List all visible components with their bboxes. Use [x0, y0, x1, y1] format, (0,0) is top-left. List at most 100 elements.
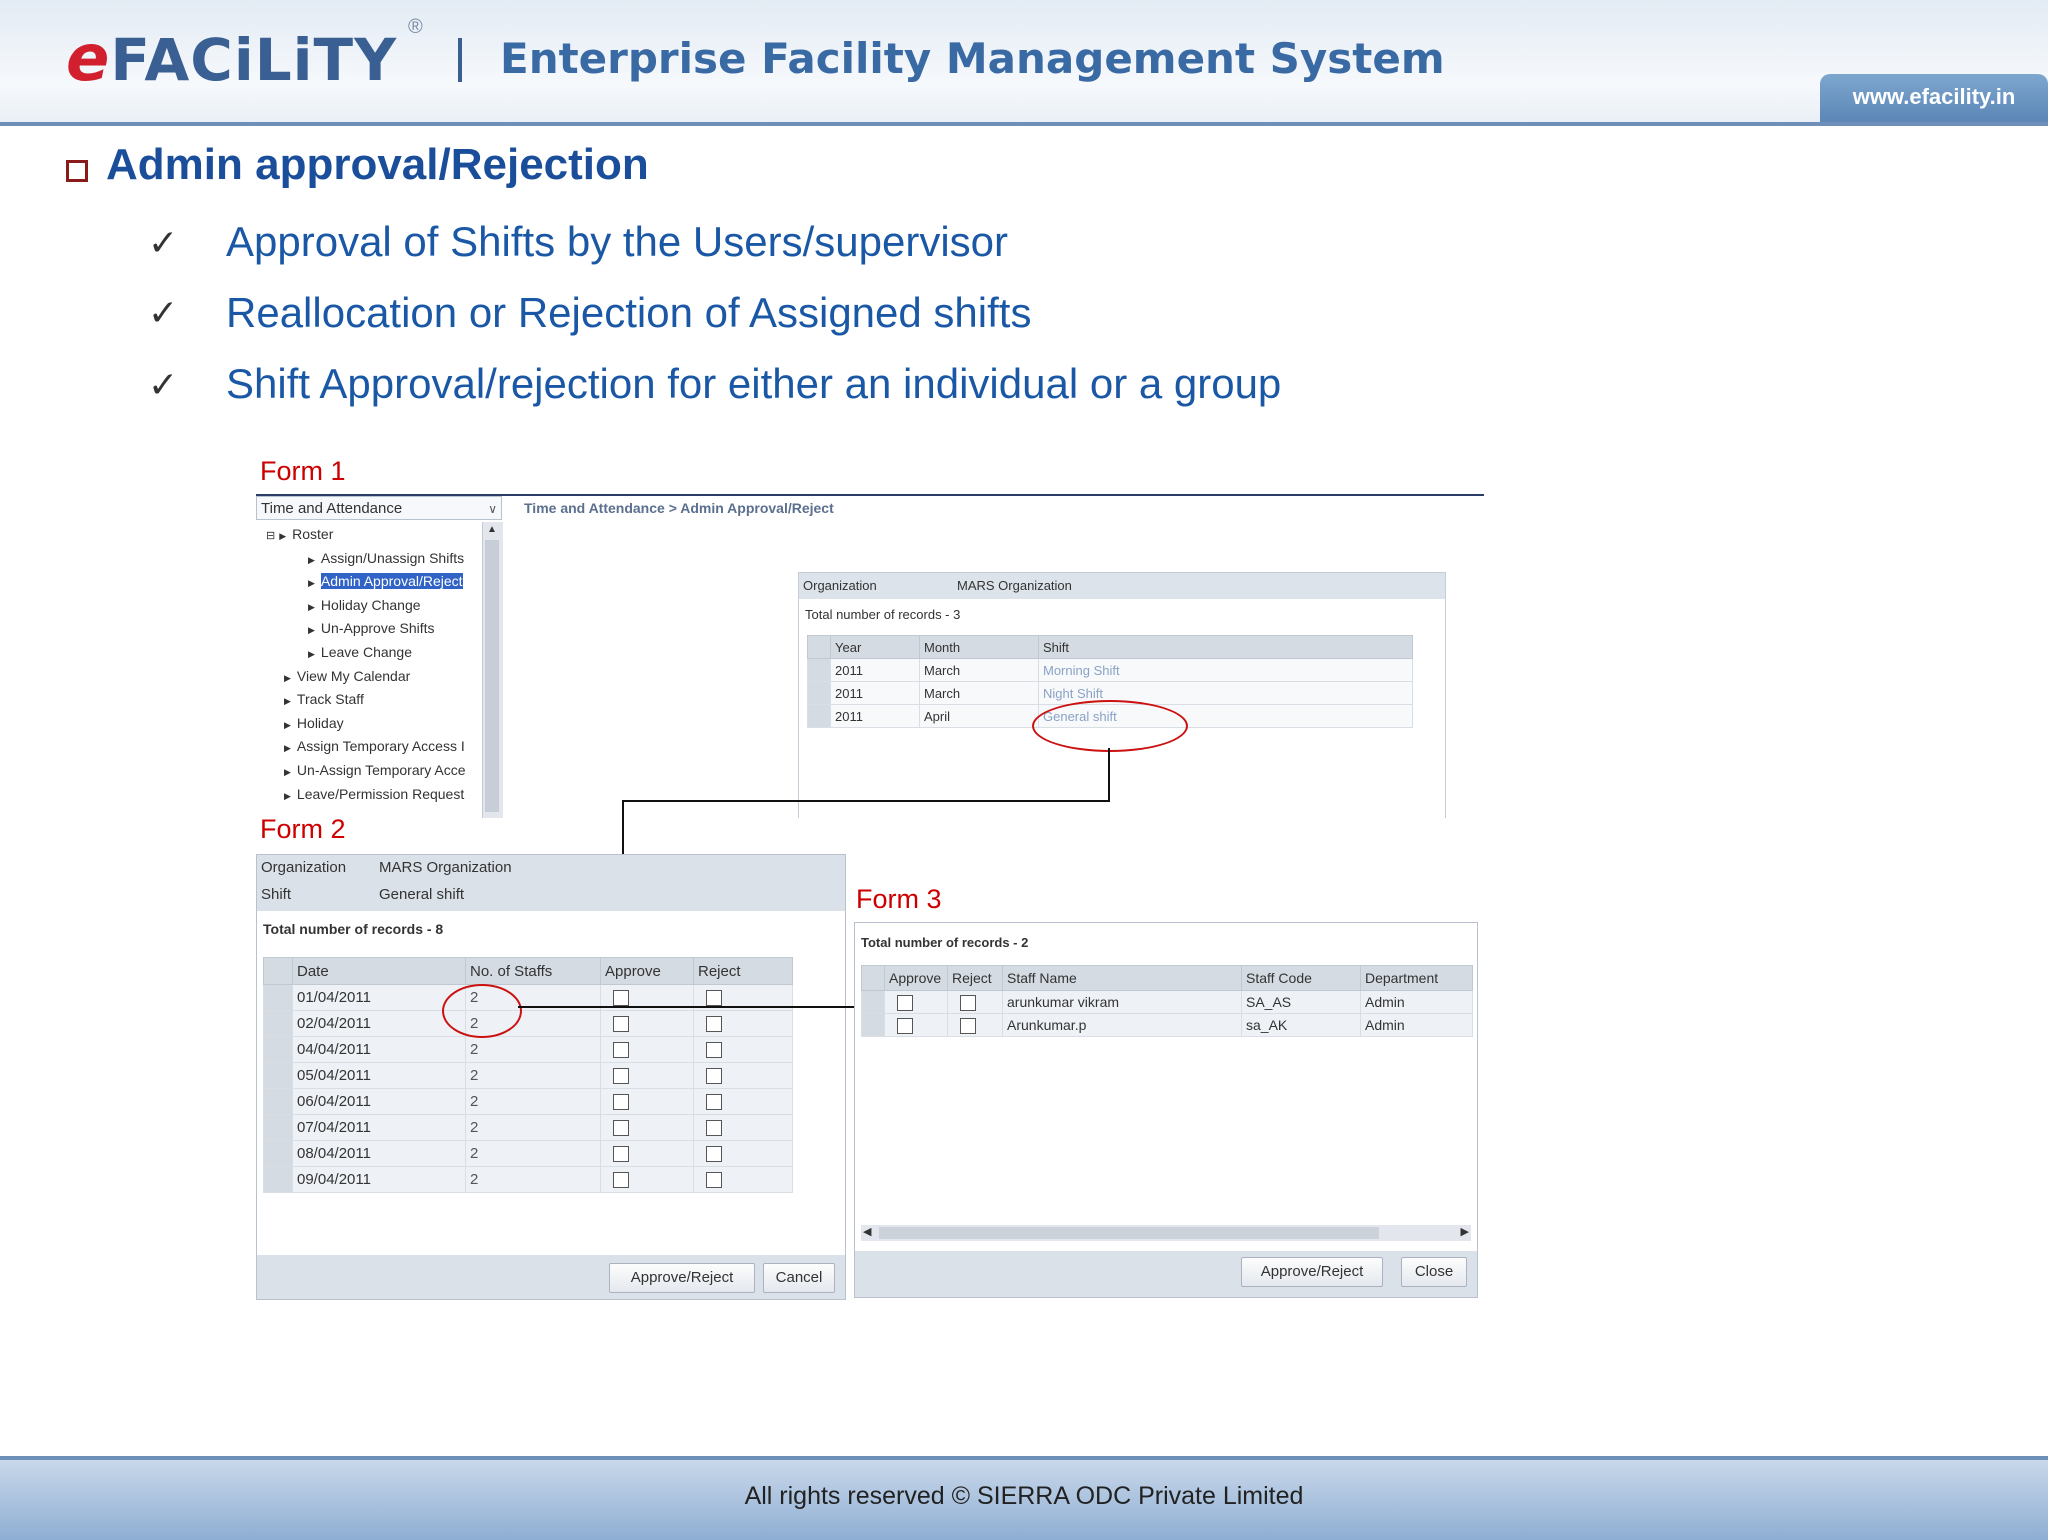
staff-count-link[interactable]: 2: [465, 1166, 601, 1193]
tree-item-holiday-change[interactable]: ▶ Holiday Change: [308, 597, 421, 613]
reject-checkbox[interactable]: [706, 1172, 722, 1189]
scroll-up-icon[interactable]: ▲: [487, 524, 497, 535]
close-button[interactable]: Close: [1401, 1257, 1467, 1287]
tree-item-assign-temporary-access[interactable]: ▶ Assign Temporary Access I: [284, 738, 465, 754]
column-header-approve[interactable]: Approve: [884, 965, 948, 991]
approve-reject-button[interactable]: Approve/Reject: [609, 1263, 755, 1293]
column-header-year[interactable]: Year: [830, 635, 920, 659]
total-records: Total number of records - 2: [861, 935, 1029, 950]
organization-value: MARS Organization: [957, 578, 1072, 593]
column-header-date[interactable]: Date: [292, 957, 466, 985]
approve-checkbox[interactable]: [897, 1017, 913, 1034]
reject-checkbox[interactable]: [960, 994, 976, 1011]
chevron-down-icon[interactable]: ∨: [488, 497, 497, 521]
form-1-screenshot: Time and Attendance ∨ ⊟ ▶ Roster ▶ Assign/U…: [256, 494, 1484, 818]
breadcrumb: Time and Attendance > Admin Approval/Rej…: [524, 500, 834, 516]
scroll-left-icon[interactable]: ◀: [863, 1225, 871, 1238]
column-header-reject[interactable]: Reject: [693, 957, 793, 985]
approve-checkbox[interactable]: [613, 1068, 629, 1085]
checkmark-icon: ✓: [148, 222, 179, 263]
tree-item-admin-approval-reject[interactable]: ▶ Admin Approval/Reject: [308, 573, 463, 589]
table-row[interactable]: 08/04/2011 2: [263, 1140, 793, 1167]
staff-table: Approve Reject Staff Name Staff Code Dep…: [861, 965, 1473, 1037]
table-row[interactable]: 09/04/2011 2: [263, 1166, 793, 1193]
reject-checkbox[interactable]: [960, 1017, 976, 1034]
square-bullet-icon: [66, 160, 88, 182]
organization-label: Organization: [261, 859, 347, 876]
app-title: Enterprise Facility Management System: [500, 34, 1445, 83]
tree-item-assign-unassign-shifts[interactable]: ▶ Assign/Unassign Shifts: [308, 550, 464, 566]
caret-right-icon: ▶: [279, 531, 287, 541]
slide-header: eFACiLiTY ® Enterprise Facility Manageme…: [0, 0, 2048, 126]
tree-item-un-approve-shifts[interactable]: ▶ Un-Approve Shifts: [308, 620, 435, 636]
table-row[interactable]: 02/04/2011 2: [263, 1010, 793, 1037]
form-2-label: Form 2: [260, 814, 346, 844]
tree-item-un-assign-temporary-access[interactable]: ▶ Un-Assign Temporary Acce: [284, 762, 466, 778]
module-select[interactable]: Time and Attendance ∨: [256, 496, 502, 520]
horizontal-scrollbar-thumb[interactable]: [879, 1227, 1379, 1239]
tree-item-holiday[interactable]: ▶ Holiday: [284, 715, 344, 731]
approve-checkbox[interactable]: [897, 994, 913, 1011]
shift-label: Shift: [261, 886, 292, 903]
tree-item-track-staff[interactable]: ▶ Track Staff: [284, 691, 364, 707]
table-row[interactable]: 07/04/2011 2: [263, 1114, 793, 1141]
connector-arrow-line: [518, 1006, 872, 1008]
approve-checkbox[interactable]: [613, 1094, 629, 1111]
tree-scrollbar-thumb[interactable]: [485, 540, 499, 812]
staff-count-link[interactable]: 2: [465, 1140, 601, 1167]
staff-count-link[interactable]: 2: [465, 1088, 601, 1115]
column-header-approve[interactable]: Approve: [600, 957, 694, 985]
section-title: Admin approval/Rejection: [106, 140, 649, 189]
table-row[interactable]: Arunkumar.p sa_AK Admin: [861, 1013, 1473, 1037]
connector-line: [622, 800, 1110, 802]
table-row[interactable]: 2011 March Morning Shift: [807, 658, 1413, 682]
tree-item-leave-permission-request[interactable]: ▶ Leave/Permission Request: [284, 786, 464, 802]
annotation-ellipse: [442, 984, 522, 1038]
approve-checkbox[interactable]: [613, 1172, 629, 1189]
cancel-button[interactable]: Cancel: [763, 1263, 835, 1293]
caret-right-icon: ▶: [308, 602, 315, 612]
approve-checkbox[interactable]: [613, 1146, 629, 1163]
approve-checkbox[interactable]: [613, 1016, 629, 1033]
total-records: Total number of records - 3: [805, 607, 961, 622]
reject-checkbox[interactable]: [706, 1042, 722, 1059]
form-3-label: Form 3: [856, 884, 942, 914]
shift-link[interactable]: Morning Shift: [1038, 658, 1413, 682]
table-row[interactable]: 05/04/2011 2: [263, 1062, 793, 1089]
staff-count-link[interactable]: 2: [465, 1036, 601, 1063]
column-header-department[interactable]: Department: [1360, 965, 1473, 991]
column-header-shift[interactable]: Shift: [1038, 635, 1413, 659]
reject-checkbox[interactable]: [706, 990, 722, 1007]
staff-count-link[interactable]: 2: [465, 1062, 601, 1089]
staff-count-link[interactable]: 2: [465, 1114, 601, 1141]
column-header-no-of-staffs[interactable]: No. of Staffs: [465, 957, 601, 985]
annotation-ellipse: [1032, 700, 1188, 752]
tree-item-leave-change[interactable]: ▶ Leave Change: [308, 644, 412, 660]
approve-checkbox[interactable]: [613, 1120, 629, 1137]
menu-tree: ⊟ ▶ Roster ▶ Assign/Unassign Shifts ▶ Admin …: [256, 526, 482, 818]
table-row[interactable]: 06/04/2011 2: [263, 1088, 793, 1115]
tree-item-roster[interactable]: ⊟ ▶ Roster: [266, 526, 333, 542]
copyright-text: All rights reserved © SIERRA ODC Private…: [744, 1482, 1304, 1510]
table-row[interactable]: arunkumar vikram SA_AS Admin: [861, 990, 1473, 1014]
column-header-staff-code[interactable]: Staff Code: [1241, 965, 1361, 991]
website-url[interactable]: www.efacility.in: [1820, 74, 2048, 122]
reject-checkbox[interactable]: [706, 1094, 722, 1111]
reject-checkbox[interactable]: [706, 1120, 722, 1137]
scroll-right-icon[interactable]: ▶: [1461, 1225, 1469, 1238]
approve-checkbox[interactable]: [613, 990, 629, 1007]
table-row[interactable]: 04/04/2011 2: [263, 1036, 793, 1063]
horizontal-scrollbar[interactable]: ◀ ▶: [861, 1225, 1471, 1241]
reject-checkbox[interactable]: [706, 1068, 722, 1085]
column-header-reject[interactable]: Reject: [947, 965, 1003, 991]
connector-line: [622, 800, 624, 854]
form-3-screenshot: Total number of records - 2 Approve Reje…: [854, 922, 1478, 1298]
approve-reject-button[interactable]: Approve/Reject: [1241, 1257, 1383, 1287]
reject-checkbox[interactable]: [706, 1146, 722, 1163]
approve-checkbox[interactable]: [613, 1042, 629, 1059]
reject-checkbox[interactable]: [706, 1016, 722, 1033]
tree-item-view-my-calendar[interactable]: ▶ View My Calendar: [284, 668, 410, 684]
column-header-month[interactable]: Month: [919, 635, 1039, 659]
collapse-icon[interactable]: ⊟: [266, 530, 275, 542]
column-header-staff-name[interactable]: Staff Name: [1002, 965, 1242, 991]
